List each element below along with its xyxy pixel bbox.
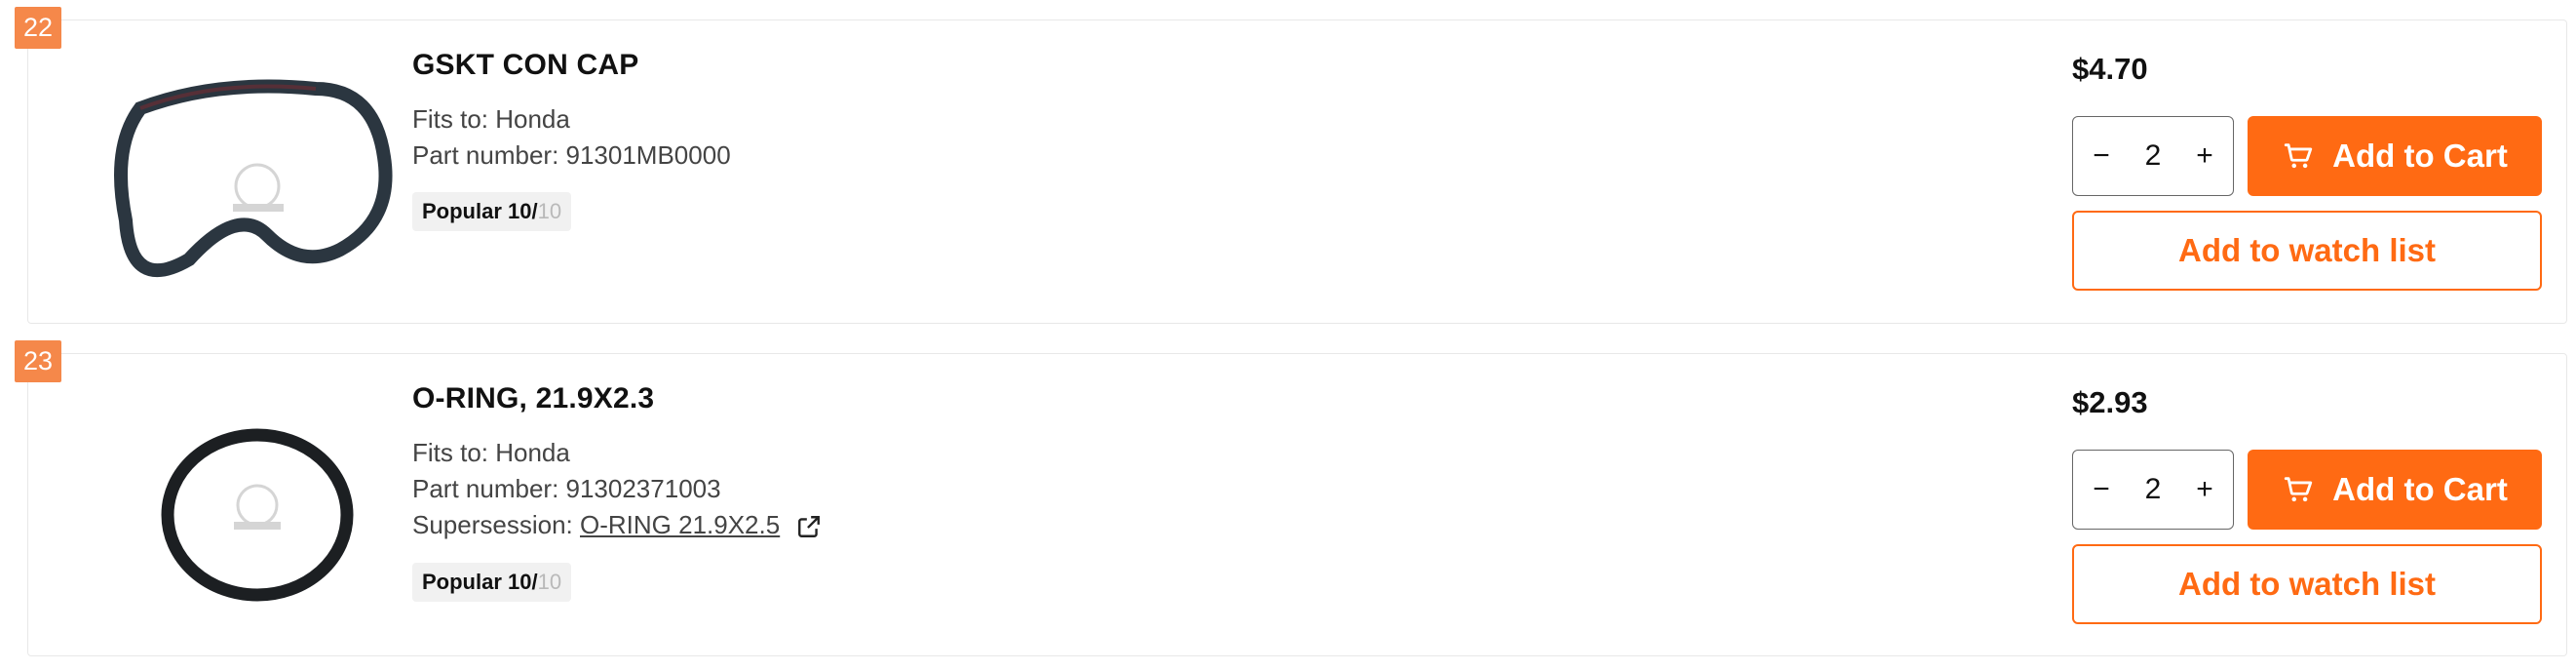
index-badge: 23 [15,340,61,382]
add-to-cart-button[interactable]: Add to Cart [2248,116,2542,196]
minus-icon[interactable]: − [2087,139,2116,173]
supersession-link[interactable]: O-RING 21.9X2.5 [580,510,780,539]
quantity-value[interactable]: 2 [2145,473,2162,506]
part-number: Part number: 91301MB0000 [412,140,731,170]
gasket-image [114,79,393,278]
supersession: Supersession: O-RING 21.9X2.5 [412,510,822,540]
popularity-badge: Popular 10/10 [412,563,572,602]
fits-to: Fits to: Honda [412,104,570,134]
popularity-label: Popular 10/ [422,570,538,594]
product-image[interactable] [72,383,418,647]
watermark-logo [234,484,281,530]
plus-icon[interactable]: + [2190,139,2219,173]
quantity-stepper: − 2 + [2072,116,2234,196]
product-image[interactable] [72,50,418,313]
cart-icon [2285,143,2313,169]
price: $4.70 [2072,52,2148,86]
popularity-label: Popular 10/ [422,199,538,223]
add-to-cart-button[interactable]: Add to Cart [2248,450,2542,530]
index-badge: 22 [15,7,61,49]
price: $2.93 [2072,385,2148,419]
quantity-stepper: − 2 + [2072,450,2234,530]
o-ring-image [161,428,354,602]
product-card: 23 O-RING, 21.9X2.3 Fits to: Honda Part … [15,340,2567,656]
add-to-watch-list-button[interactable]: Add to watch list [2072,211,2542,291]
quantity-value[interactable]: 2 [2145,139,2162,173]
product-card: 22 GSKT CON CAP Fits to: Honda Part numb… [15,7,2567,324]
popularity-badge: Popular 10/10 [412,192,572,231]
external-link-icon[interactable] [796,514,822,539]
popularity-max: 10 [537,199,562,223]
popularity-max: 10 [537,570,562,594]
supersession-label: Supersession: [412,510,573,539]
product-title[interactable]: O-RING, 21.9X2.3 [412,382,654,415]
fits-to: Fits to: Honda [412,438,570,467]
watermark-logo [233,163,284,212]
plus-icon[interactable]: + [2190,473,2219,506]
add-to-cart-label: Add to Cart [2332,138,2508,174]
product-title[interactable]: GSKT CON CAP [412,49,638,82]
add-to-watch-list-button[interactable]: Add to watch list [2072,544,2542,624]
part-number: Part number: 91302371003 [412,474,721,503]
add-to-cart-label: Add to Cart [2332,471,2508,507]
minus-icon[interactable]: − [2087,473,2116,506]
cart-icon [2285,477,2313,502]
